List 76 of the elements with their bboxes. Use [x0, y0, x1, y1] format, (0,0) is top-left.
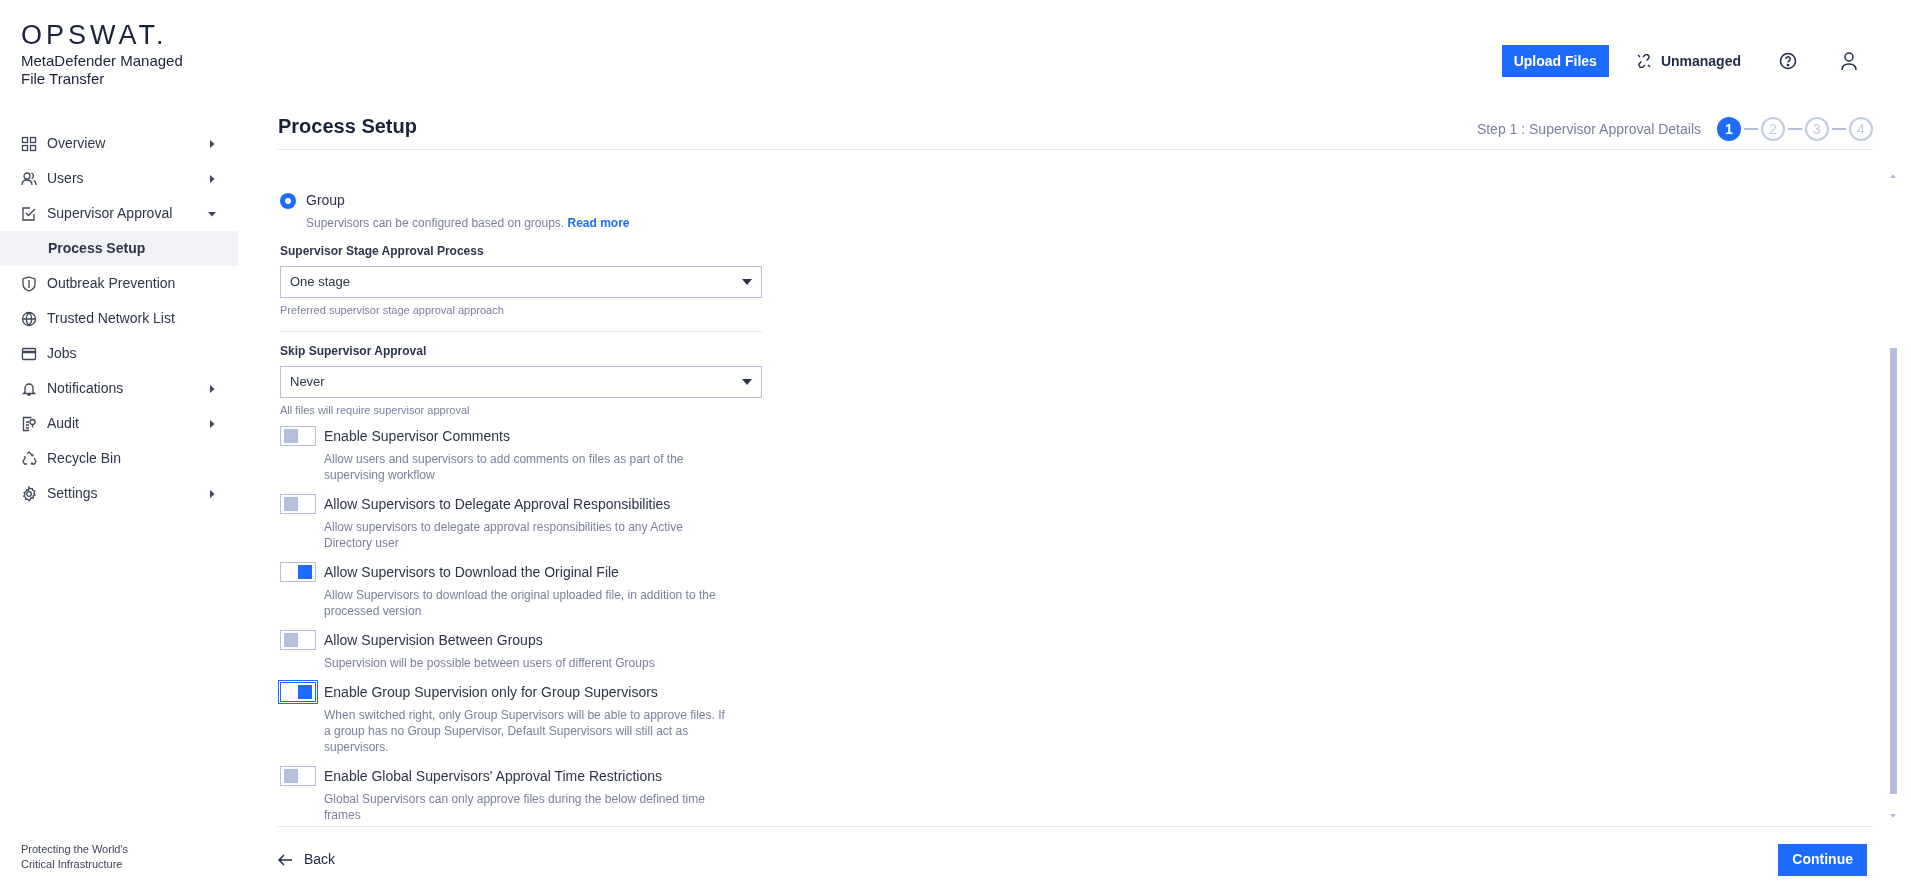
toggle-label: Enable Global Supervisors' Approval Time Restrictions: [324, 767, 664, 786]
recycle-icon: [21, 450, 37, 467]
arrow-left-icon: [278, 853, 292, 866]
product-name: MetaDefender Managed File Transfer: [21, 52, 184, 88]
toggle-switch[interactable]: [280, 562, 316, 582]
users-icon: [21, 170, 37, 187]
toggle-switch[interactable]: [280, 426, 316, 446]
caret-icon: [207, 138, 217, 149]
sidebar-item[interactable]: Supervisor Approval: [0, 196, 238, 231]
broken-link-icon: [1636, 54, 1651, 68]
radio-description: Supervisors can be configured based on groups.: [306, 216, 566, 230]
toggle-label: Enable Group Supervision only for Group Supervisors: [324, 683, 659, 702]
toggle-description: Supervision will be possible between users of different Groups: [324, 655, 656, 671]
toggle-label: Allow Supervisors to Delegate Approval Responsibilities: [324, 495, 672, 514]
sidebar-item[interactable]: Users: [0, 161, 238, 196]
field-label: Skip Supervisor Approval: [280, 342, 428, 360]
caret-icon: [207, 173, 217, 184]
sidebar-subitem[interactable]: Process Setup: [0, 231, 238, 266]
toggle-switch[interactable]: [280, 494, 316, 514]
shield-icon: [21, 275, 37, 292]
toggle-description: Global Supervisors can only approve files during the below defined time frames: [324, 791, 706, 823]
caret-icon: [742, 378, 752, 385]
user-icon[interactable]: [1839, 51, 1859, 71]
sidebar-item[interactable]: Recycle Bin: [0, 441, 238, 476]
caret-icon: [207, 418, 217, 429]
caret-icon: [742, 279, 752, 285]
step-indicator: 3: [1805, 117, 1829, 141]
toggle-description: Allow Supervisors to download the original uploaded file, in addition to the processed version: [324, 587, 717, 619]
bell-icon: [21, 380, 37, 397]
toggle-switch[interactable]: [280, 630, 316, 650]
toggle-label: Allow Supervisors to Download the Original File: [324, 563, 620, 582]
radio-label: Group: [306, 191, 345, 210]
step-indicator: 1: [1717, 117, 1741, 141]
checklist-icon: [21, 205, 37, 222]
page-title: Process Setup: [278, 114, 417, 139]
gear-icon: [21, 485, 37, 502]
upload-files-button[interactable]: Upload Files: [1501, 45, 1609, 77]
grid-icon: [21, 135, 37, 152]
sidebar-item[interactable]: Audit: [0, 406, 238, 441]
sidebar-item[interactable]: Jobs: [0, 336, 238, 371]
dropdown[interactable]: Never: [280, 365, 762, 398]
toggle-label: Enable Supervisor Comments: [324, 427, 511, 446]
caret-icon: [207, 488, 217, 499]
step-indicator: 2: [1761, 117, 1785, 141]
sidebar-item[interactable]: Trusted Network List: [0, 301, 238, 336]
caret-icon: [207, 383, 217, 394]
step-label: Step 1 : Supervisor Approval Details: [1476, 119, 1701, 139]
help-icon[interactable]: [1779, 52, 1797, 70]
toggle-switch[interactable]: [280, 766, 316, 786]
scrollbar[interactable]: [1889, 174, 1897, 818]
toggle-description: Allow supervisors to delegate approval responsibilities to any Active Directory user: [324, 519, 684, 551]
back-button[interactable]: Back: [278, 849, 336, 870]
step-indicator: 4: [1849, 117, 1873, 141]
sidebar-item[interactable]: Settings: [0, 476, 238, 511]
unmanaged-button[interactable]: Unmanaged: [1636, 45, 1741, 77]
continue-button[interactable]: Continue: [1778, 843, 1867, 876]
scroll-up-icon[interactable]: [1890, 174, 1896, 178]
field-hint: Preferred supervisor stage approval approach: [280, 303, 505, 318]
sidebar-item[interactable]: Overview: [0, 126, 238, 161]
scroll-down-icon[interactable]: [1890, 814, 1896, 818]
scrollbar-thumb[interactable]: [1889, 348, 1897, 794]
window-icon: [21, 345, 37, 362]
field-label: Supervisor Stage Approval Process: [280, 243, 485, 260]
logo: OPSWAT.: [21, 20, 168, 50]
toggle-description: Allow users and supervisors to add comments on files as part of the supervising workflow: [324, 451, 685, 483]
globe-icon: [21, 310, 37, 327]
report-icon: [21, 415, 37, 432]
toggle-description: When switched right, only Group Supervisors will be able to approve files. If a group has no Group Supervisor, Default Supervisors will still act as supervisors.: [324, 707, 726, 755]
sidebar-item[interactable]: Outbreak Prevention: [0, 266, 238, 301]
dropdown[interactable]: One stage: [280, 266, 762, 298]
toggle-label: Allow Supervision Between Groups: [324, 631, 544, 650]
read-more-link[interactable]: Read more: [567, 216, 630, 230]
sidebar-item[interactable]: Notifications: [0, 371, 238, 406]
field-hint: All files will require supervisor approval: [280, 402, 471, 418]
tagline: Protecting the World's Critical Infrastructure: [20, 842, 130, 872]
radio-button[interactable]: [280, 192, 296, 209]
